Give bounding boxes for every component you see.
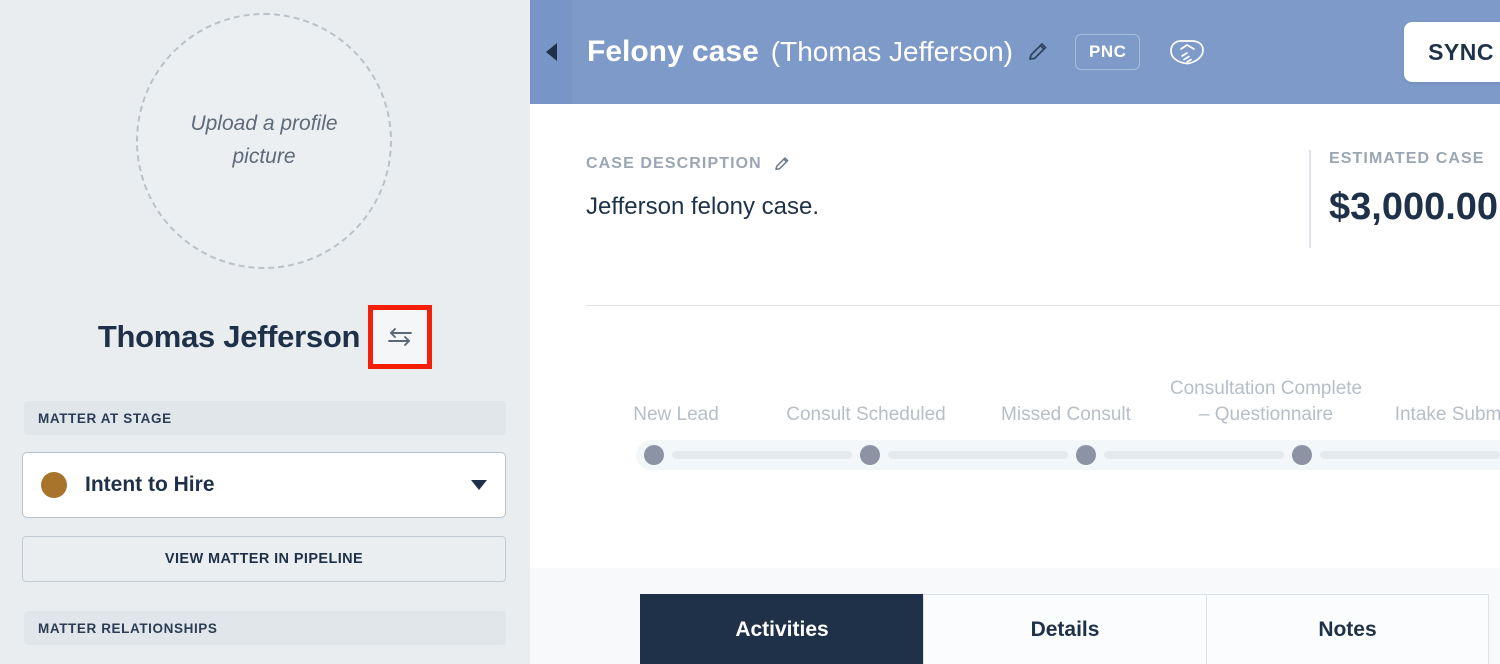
case-description-text: Jefferson felony case. [586, 193, 820, 220]
tabs: Activities Details Notes [640, 594, 1489, 664]
matter-header-bar: Felony case (Thomas Jefferson) PNC SYNC [530, 0, 1500, 104]
stage-segment [888, 451, 1068, 459]
section-header-matter-relationships: MATTER RELATIONSHIPS [24, 611, 506, 645]
edit-case-title-button[interactable] [1026, 40, 1050, 64]
view-matter-in-pipeline-button[interactable]: VIEW MATTER IN PIPELINE [22, 536, 506, 582]
tab-details[interactable]: Details [923, 594, 1206, 664]
estimated-case-label: ESTIMATED CASE [1329, 150, 1485, 167]
stage-label-new-lead: New Lead [633, 403, 719, 425]
client-sidebar: Upload a profile picture Thomas Jefferso… [0, 0, 530, 664]
sync-button[interactable]: SYNC [1404, 22, 1500, 82]
stage-color-dot [41, 472, 67, 498]
triangle-left-icon [545, 43, 557, 61]
content-tabbar: Activities Details Notes [530, 568, 1500, 664]
stage-node-new-lead[interactable] [644, 445, 664, 465]
estimated-case-value: $3,000.00 [1329, 186, 1499, 228]
swap-button-highlight [368, 305, 433, 369]
stage-segment [1320, 451, 1500, 459]
stage-label-missed-consult: Missed Consult [1001, 403, 1131, 425]
handshake-button[interactable] [1168, 37, 1206, 67]
stage-select[interactable]: Intent to Hire [22, 452, 506, 518]
swap-arrows-icon [388, 328, 413, 346]
estimated-case-value-block: ESTIMATED CASE $3,000.00 [1309, 150, 1500, 248]
handshake-icon [1170, 40, 1205, 65]
stage-label-consult-scheduled: Consult Scheduled [786, 403, 946, 425]
pnc-badge[interactable]: PNC [1075, 34, 1141, 70]
chevron-down-icon[interactable] [471, 480, 487, 490]
avatar-upload[interactable]: Upload a profile picture [136, 13, 392, 269]
stage-track [636, 440, 1500, 470]
case-description-label-text: CASE DESCRIPTION [586, 155, 762, 172]
tab-activities[interactable]: Activities [640, 594, 923, 664]
client-name-row: Thomas Jefferson [0, 305, 530, 369]
stage-segment [672, 451, 852, 459]
edit-case-description-button[interactable] [773, 155, 791, 173]
stage-node-consultation-complete[interactable] [1292, 445, 1312, 465]
stage-labels: New Lead Consult Scheduled Missed Consul… [586, 348, 1500, 428]
stage-label-consultation-complete: Consultation Complete – Questionnaire [1169, 377, 1363, 425]
pencil-icon [775, 157, 789, 170]
case-description-block: CASE DESCRIPTION Jefferson felony case. [586, 155, 819, 221]
case-description-label: CASE DESCRIPTION [586, 155, 819, 173]
collapse-sidebar-button[interactable] [530, 0, 572, 104]
tab-notes[interactable]: Notes [1206, 594, 1489, 664]
avatar-placeholder-text: Upload a profile picture [190, 112, 338, 168]
case-client-name: (Thomas Jefferson) [770, 36, 1014, 67]
stage-selected-label: Intent to Hire [85, 473, 215, 496]
pencil-icon [1029, 43, 1047, 60]
pipeline-stage-tracker: New Lead Consult Scheduled Missed Consul… [586, 348, 1500, 470]
stage-node-missed-consult[interactable] [1076, 445, 1096, 465]
matter-main-pane: Felony case (Thomas Jefferson) PNC SYNC … [530, 0, 1500, 664]
content-divider [586, 305, 1500, 306]
stage-label-intake-submitted: Intake Submitted [1394, 403, 1500, 425]
case-title: Felony case [587, 35, 759, 68]
matter-detail-screen: Upload a profile picture Thomas Jefferso… [0, 0, 1500, 664]
swap-client-button[interactable] [373, 310, 428, 364]
avatar-dashed-circle[interactable]: Upload a profile picture [136, 13, 392, 269]
client-name: Thomas Jefferson [97, 319, 361, 354]
stage-segment [1104, 451, 1284, 459]
section-header-matter-at-stage: MATTER AT STAGE [24, 401, 506, 435]
stage-node-consult-scheduled[interactable] [860, 445, 880, 465]
